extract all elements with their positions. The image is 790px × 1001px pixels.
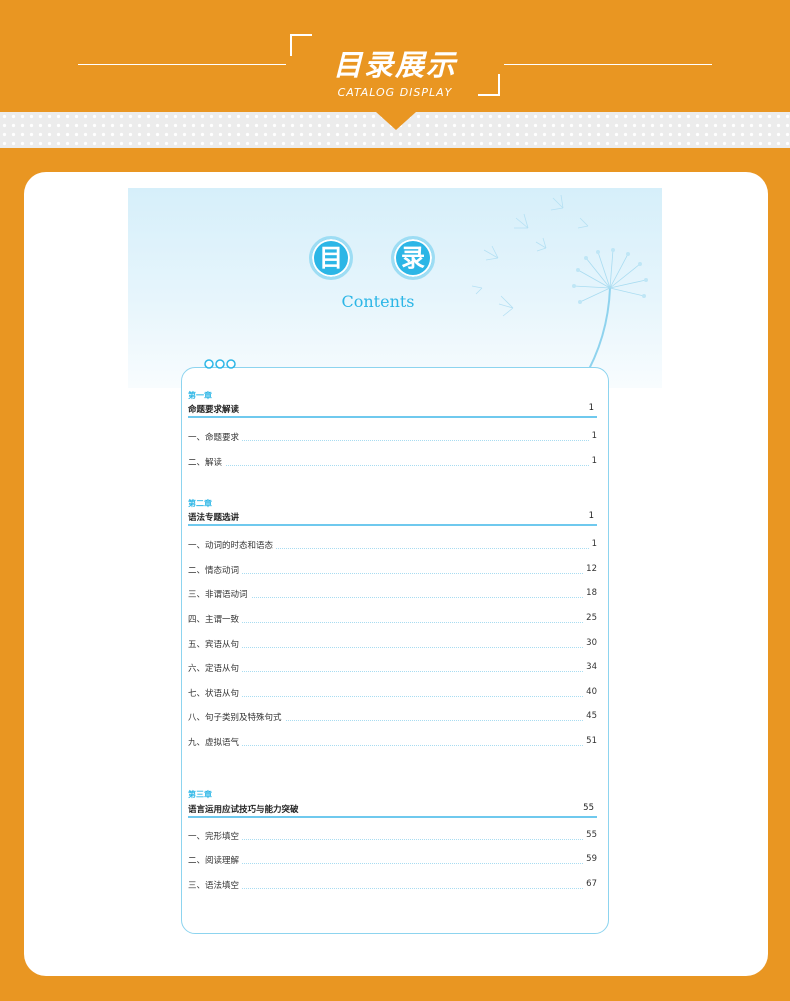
page-header: 目录展示 CATALOG DISPLAY [0,0,790,112]
leader-dots [188,671,597,672]
page-title: 目录展示 [332,48,457,82]
leader-dots [188,440,597,441]
toc-entry-page: 34 [583,662,597,672]
leader-dots [188,573,597,574]
chapter-title: 语言运用应试技巧与能力突破 [188,805,299,815]
toc-entry-page: 1 [588,431,597,441]
toc-entry-title: 三、语法填空 [188,879,243,891]
toc-entry[interactable]: 七、状语从句 40 [188,687,597,701]
toc-entry-title: 五、宾语从句 [188,638,243,650]
leader-dots [188,745,597,746]
toc-entry-page: 12 [583,564,597,574]
toc-entry-title: 四、主谓一致 [188,613,243,625]
toc-entry[interactable]: 二、情态动词 12 [188,564,597,578]
chapter-title: 语法专题选讲 [188,513,240,523]
page-subtitle: CATALOG DISPLAY [337,86,453,99]
chapter-heading[interactable]: 命题要求解读 1 [188,402,597,418]
toc-entry-page: 55 [583,830,597,840]
chapter-title: 命题要求解读 [188,405,240,415]
leader-dots [188,465,597,466]
toc-entry-title: 九、虚拟语气 [188,736,243,748]
chapter-page: 55 [583,803,594,813]
toc-entry-title: 三、非谓语动词 [188,588,251,600]
header-left-line [78,64,286,65]
toc-entry-page: 25 [583,613,597,623]
chapter-heading[interactable]: 语法专题选讲 1 [188,510,597,526]
leader-dots [188,839,597,840]
chapter-page: 1 [588,403,594,413]
toc-entry-page: 30 [583,638,597,648]
toc-entry-title: 二、解读 [188,456,226,468]
leader-dots [188,647,597,648]
toc-entry-title: 八、句子类别及特殊句式 [188,711,285,723]
toc-entry-page: 51 [583,736,597,746]
chapter-heading[interactable]: 语言运用应试技巧与能力突破 55 [188,802,597,818]
toc-entry[interactable]: 一、完形填空 55 [188,830,597,844]
toc-entry-page: 45 [583,711,597,721]
chapter-page: 1 [588,511,594,521]
toc-entry[interactable]: 二、阅读理解 59 [188,854,597,868]
contents-label: Contents [341,292,415,311]
toc-entry-page: 67 [583,879,597,889]
toc-entry-title: 七、状语从句 [188,687,243,699]
toc-entry-title: 二、阅读理解 [188,854,243,866]
toc-entry-title: 一、完形填空 [188,830,243,842]
leader-dots [188,863,597,864]
leader-dots [188,888,597,889]
toc-entry-title: 六、定语从句 [188,662,243,674]
leader-dots [188,696,597,697]
header-right-line [504,64,712,65]
toc-entry[interactable]: 一、命题要求 1 [188,431,597,445]
toc-entry-page: 18 [583,588,597,598]
toc-entry-title: 一、命题要求 [188,431,243,443]
toc-entry[interactable]: 二、解读 1 [188,456,597,470]
toc-entry-page: 59 [583,854,597,864]
toc-entry-page: 40 [583,687,597,697]
banner-char-circle-1: 目 [309,236,353,280]
toc-entry[interactable]: 三、语法填空 67 [188,879,597,893]
toc-entry-title: 二、情态动词 [188,564,243,576]
chapter-label: 第三章 [188,790,212,799]
toc-entry[interactable]: 五、宾语从句 30 [188,638,597,652]
banner-char-circle-2: 录 [391,236,435,280]
toc-entry-page: 1 [588,456,597,466]
toc-entry[interactable]: 一、动词的时态和语态 1 [188,539,597,553]
toc-entry[interactable]: 四、主谓一致 25 [188,613,597,627]
toc-entry-page: 1 [588,539,597,549]
toc-entry-title: 一、动词的时态和语态 [188,539,277,551]
toc-entry[interactable]: 九、虚拟语气 51 [188,736,597,750]
toc-entry[interactable]: 八、句子类别及特殊句式 45 [188,711,597,725]
chapter-label: 第二章 [188,499,212,508]
toc-entry[interactable]: 六、定语从句 34 [188,662,597,676]
binder-rings-icon [204,359,236,369]
toc-entry[interactable]: 三、非谓语动词 18 [188,588,597,602]
chapter-label: 第一章 [188,391,212,400]
header-notch [376,112,416,130]
leader-dots [188,622,597,623]
dandelion-illustration [471,194,648,381]
